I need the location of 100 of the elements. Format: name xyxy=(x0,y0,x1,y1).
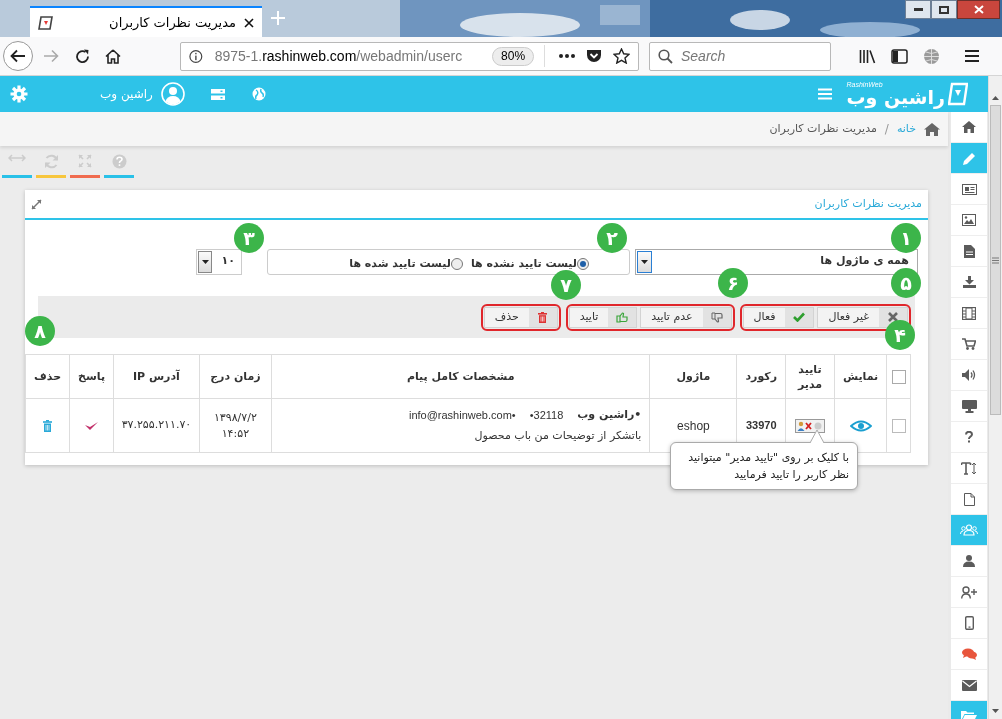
globe-icon xyxy=(923,47,940,65)
check-icon xyxy=(84,420,100,431)
home-icon xyxy=(924,122,940,136)
browser-tab[interactable]: مدیریت نظرات کاربران xyxy=(30,6,262,37)
sidebar-item[interactable] xyxy=(951,205,987,236)
phone-icon xyxy=(964,616,974,630)
column-header: رکورد xyxy=(736,354,786,399)
action-button[interactable]: تایید xyxy=(568,306,638,328)
sender-name: •راشین وب xyxy=(577,406,642,423)
column-header: زمان درج xyxy=(199,354,272,399)
more-icon xyxy=(559,54,575,58)
minimize-icon xyxy=(913,8,923,11)
zoom-badge[interactable]: 80% xyxy=(492,46,535,66)
sidebar-item[interactable] xyxy=(951,329,987,360)
action-button[interactable]: فعال xyxy=(742,306,815,328)
close-button[interactable] xyxy=(957,0,1000,19)
back-arrow-icon xyxy=(10,49,26,63)
tooltip-pointer xyxy=(810,430,824,443)
url-text: 8975-1.rashinweb.com/webadmin/userc xyxy=(214,46,464,66)
sidebar-item[interactable] xyxy=(951,608,987,639)
question-icon xyxy=(965,431,973,443)
menu-icon xyxy=(818,88,833,100)
action-button[interactable]: حذف xyxy=(483,306,558,328)
checkbox[interactable] xyxy=(891,369,906,384)
column-header: مشخصات کامل پیام xyxy=(271,354,650,399)
checkbox[interactable] xyxy=(891,418,906,433)
step-marker: ۴ xyxy=(885,320,915,350)
radio-button[interactable] xyxy=(577,258,589,271)
page-size-select[interactable]: ۱۰ xyxy=(196,248,242,275)
sidebar-item[interactable] xyxy=(951,267,987,298)
address-bar[interactable]: 8975-1.rashinweb.com/webadmin/userc 80% xyxy=(180,41,639,71)
sidebar-item[interactable] xyxy=(951,298,987,329)
column-header: تایید مدیر xyxy=(785,354,835,399)
select-value: ۱۰ xyxy=(221,253,235,270)
radio-button[interactable] xyxy=(450,258,463,271)
tab-title: مدیریت نظرات کاربران xyxy=(108,13,236,33)
trash-icon xyxy=(43,419,53,432)
sidebar-item[interactable] xyxy=(951,391,987,422)
resize-horizontal-icon xyxy=(8,154,26,162)
step-marker: ۱ xyxy=(891,223,921,253)
eye-icon xyxy=(849,419,872,432)
page-icon xyxy=(963,492,975,506)
monitor-icon xyxy=(961,399,977,413)
minimize-button[interactable] xyxy=(905,0,931,19)
download-icon xyxy=(962,276,976,288)
radio-option[interactable]: لیست تایید شده ها xyxy=(349,256,463,273)
step-marker: ۲ xyxy=(597,223,627,253)
speaker-icon xyxy=(962,369,976,381)
menu-icon xyxy=(964,49,980,63)
sidebar-item[interactable] xyxy=(951,670,987,701)
date-text: ۱۳۹۸/۷/۲ xyxy=(212,409,258,426)
caret-icon xyxy=(201,259,209,264)
help-icon xyxy=(111,154,127,169)
maximize-icon xyxy=(939,5,949,14)
logo-text: راشین وب xyxy=(846,88,945,107)
select-value: همه ی ماژول ها xyxy=(820,253,909,270)
column-header: ماژول xyxy=(649,354,737,399)
status-image[interactable] xyxy=(795,418,825,433)
sidebar-item[interactable] xyxy=(951,360,987,391)
scroll-thumb[interactable] xyxy=(990,105,1001,415)
column-header: آدرس IP xyxy=(113,354,200,399)
search-icon xyxy=(658,48,673,64)
scroll-down-icon xyxy=(992,709,999,713)
maximize-button[interactable] xyxy=(931,0,957,19)
column-header: نمایش xyxy=(834,354,887,399)
star-icon xyxy=(613,48,630,64)
sidebar-icon xyxy=(891,48,908,64)
text-height-icon xyxy=(961,461,977,475)
sidebar-item[interactable] xyxy=(951,174,987,205)
module-select[interactable]: همه ی ماژول ها xyxy=(635,248,918,275)
sidebar-item[interactable] xyxy=(951,112,987,143)
step-marker: ۸ xyxy=(25,316,55,346)
sidebar-item[interactable] xyxy=(951,422,987,453)
back-button[interactable] xyxy=(3,41,33,71)
reload-icon xyxy=(75,48,90,64)
radio-option[interactable]: لیست تایید نشده ها xyxy=(470,256,589,273)
trash-icon xyxy=(538,311,548,323)
newspaper-icon xyxy=(961,183,977,195)
globe-icon xyxy=(251,87,266,101)
sidebar-item[interactable] xyxy=(951,484,987,515)
table-cell: ۳۷.۲۵۵.۲۱۱.۷۰ xyxy=(113,398,200,453)
sidebar-item[interactable] xyxy=(951,453,987,484)
user-avatar-icon xyxy=(160,82,185,106)
info-icon xyxy=(189,48,203,64)
sidebar-item[interactable] xyxy=(951,546,987,577)
home-icon xyxy=(105,48,121,64)
sidebar-item[interactable] xyxy=(951,236,987,267)
search-field[interactable]: Search xyxy=(649,41,831,71)
step-marker: ۳ xyxy=(234,223,264,253)
action-button[interactable]: عدم تایید xyxy=(640,306,732,328)
sidebar-item[interactable] xyxy=(951,639,987,670)
scrollbar[interactable] xyxy=(988,76,1002,719)
cross-icon xyxy=(888,312,898,322)
envelope-icon xyxy=(961,679,977,691)
panel-title: مدیریت نظرات کاربران xyxy=(814,195,922,212)
message-text: باتشکر از توضیحات من باب محصول xyxy=(473,428,642,444)
action-button[interactable]: غیر فعال xyxy=(817,306,908,328)
pencil-icon xyxy=(962,151,976,165)
expand-icon xyxy=(78,154,92,168)
sidebar-item[interactable] xyxy=(951,577,987,608)
